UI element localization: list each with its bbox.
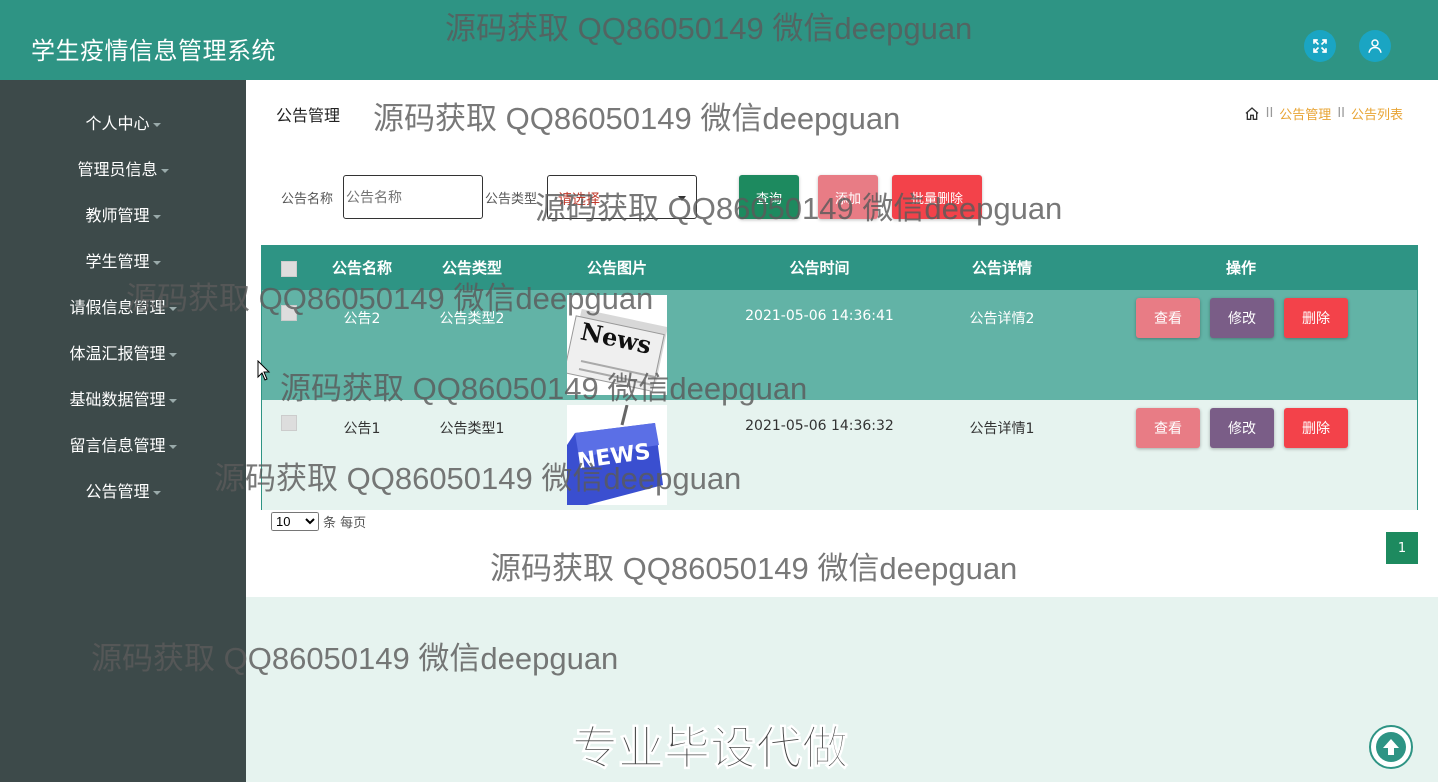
notice-image: News bbox=[567, 295, 667, 395]
notice-name-cell: 公告2 bbox=[343, 311, 381, 327]
sidebar-item-base-data[interactable]: 基础数据管理 bbox=[0, 377, 246, 423]
delete-button[interactable]: 删除 bbox=[1284, 298, 1348, 338]
add-button[interactable]: 添加 bbox=[818, 175, 878, 219]
sidebar-item-label: 管理员信息 bbox=[77, 160, 158, 179]
sidebar-item-label: 学生管理 bbox=[85, 252, 150, 271]
caret-down-icon bbox=[168, 444, 177, 449]
sidebar-item-student[interactable]: 学生管理 bbox=[0, 239, 246, 285]
notice-type-cell: 公告类型2 bbox=[439, 311, 505, 327]
query-button[interactable]: 查询 bbox=[739, 175, 799, 219]
edit-button[interactable]: 修改 bbox=[1210, 408, 1274, 448]
back-to-top-button[interactable] bbox=[1369, 725, 1413, 769]
select-all-checkbox[interactable] bbox=[281, 261, 297, 277]
user-button[interactable] bbox=[1359, 30, 1391, 62]
delete-button[interactable]: 删除 bbox=[1284, 408, 1348, 448]
notice-name-cell: 公告1 bbox=[343, 421, 381, 437]
breadcrumb-separator: II bbox=[1337, 106, 1345, 121]
user-icon bbox=[1368, 39, 1382, 53]
sidebar: 个人中心 管理员信息 教师管理 学生管理 请假信息管理 体温汇报管理 基础数据管… bbox=[0, 80, 246, 782]
arrow-up-icon bbox=[1376, 732, 1406, 762]
column-header: 公告图片 bbox=[586, 259, 647, 277]
notice-table: 公告名称 公告类型 公告图片 公告时间 公告详情 操作 公告2 公告类型2 Ne… bbox=[261, 245, 1418, 510]
sidebar-item-temperature[interactable]: 体温汇报管理 bbox=[0, 331, 246, 377]
sidebar-item-admin-info[interactable]: 管理员信息 bbox=[0, 147, 246, 193]
sidebar-item-label: 个人中心 bbox=[85, 114, 150, 133]
breadcrumb-notice-list[interactable]: 公告列表 bbox=[1351, 104, 1403, 123]
sidebar-item-teacher[interactable]: 教师管理 bbox=[0, 193, 246, 239]
table-row: 公告2 公告类型2 News 2021-05-06 14:36:41 公告详情2… bbox=[262, 290, 1417, 400]
column-header: 操作 bbox=[1225, 259, 1256, 277]
fullscreen-button[interactable] bbox=[1304, 30, 1336, 62]
caret-down-icon bbox=[160, 168, 169, 173]
sidebar-item-label: 公告管理 bbox=[85, 482, 150, 501]
app-title: 学生疫情信息管理系统 bbox=[31, 37, 276, 65]
breadcrumb-notice-manage[interactable]: 公告管理 bbox=[1279, 104, 1331, 123]
caret-down-icon bbox=[168, 398, 177, 403]
expand-icon bbox=[1313, 39, 1327, 53]
sidebar-item-label: 留言信息管理 bbox=[69, 436, 166, 455]
view-button[interactable]: 查看 bbox=[1136, 408, 1200, 448]
page-size-suffix: 条 每页 bbox=[323, 516, 367, 531]
sidebar-item-leave[interactable]: 请假信息管理 bbox=[0, 285, 246, 331]
breadcrumb-separator: II bbox=[1265, 106, 1274, 121]
caret-down-icon bbox=[152, 122, 161, 127]
notice-name-input[interactable] bbox=[343, 175, 483, 219]
page-size-control: 10 条 每页 bbox=[271, 512, 366, 531]
view-button[interactable]: 查看 bbox=[1136, 298, 1200, 338]
notice-time-cell: 2021-05-06 14:36:32 bbox=[745, 418, 894, 434]
caret-down-icon bbox=[152, 260, 161, 265]
notice-detail-cell: 公告详情2 bbox=[969, 311, 1035, 327]
caret-down-icon bbox=[168, 306, 177, 311]
page-size-select[interactable]: 10 bbox=[271, 512, 319, 531]
notice-type-label: 公告类型 bbox=[485, 192, 538, 207]
sidebar-item-label: 体温汇报管理 bbox=[69, 344, 166, 363]
row-checkbox[interactable] bbox=[281, 415, 297, 431]
batch-delete-button[interactable]: 批量删除 bbox=[892, 175, 982, 219]
row-checkbox[interactable] bbox=[281, 305, 297, 321]
table-header: 公告名称 公告类型 公告图片 公告时间 公告详情 操作 bbox=[262, 246, 1417, 290]
edit-button[interactable]: 修改 bbox=[1210, 298, 1274, 338]
main-panel: 公告管理 II 公告管理 II 公告列表 公告名称 公告类型 请选择 查询 添加… bbox=[246, 80, 1438, 597]
page-number-button[interactable]: 1 bbox=[1386, 532, 1418, 564]
notice-type-select[interactable]: 请选择 bbox=[547, 175, 697, 219]
top-header: 学生疫情信息管理系统 bbox=[0, 0, 1438, 80]
home-icon[interactable] bbox=[1244, 106, 1260, 122]
notice-detail-cell: 公告详情1 bbox=[969, 421, 1035, 437]
caret-down-icon bbox=[152, 490, 161, 495]
column-header: 公告详情 bbox=[971, 259, 1032, 277]
watermark-banner: 专业毕设代做 bbox=[572, 721, 849, 776]
sidebar-item-label: 基础数据管理 bbox=[69, 390, 166, 409]
table-row: 公告1 公告类型1 NEWS 2021-05-06 14:36:32 公告详情1… bbox=[262, 400, 1417, 510]
notice-image: NEWS bbox=[567, 405, 667, 505]
column-header: 公告时间 bbox=[789, 259, 850, 277]
column-header: 公告类型 bbox=[441, 259, 502, 277]
chevron-down-icon bbox=[678, 196, 686, 201]
sidebar-item-personal-center[interactable]: 个人中心 bbox=[0, 101, 246, 147]
sidebar-item-messages[interactable]: 留言信息管理 bbox=[0, 423, 246, 469]
mouse-cursor-icon bbox=[257, 360, 271, 381]
sidebar-item-label: 请假信息管理 bbox=[69, 298, 166, 317]
caret-down-icon bbox=[152, 214, 161, 219]
notice-type-value: 请选择 bbox=[558, 192, 600, 208]
notice-type-cell: 公告类型1 bbox=[439, 421, 505, 437]
sidebar-item-label: 教师管理 bbox=[85, 206, 150, 225]
column-header: 公告名称 bbox=[331, 259, 392, 277]
page-title: 公告管理 bbox=[276, 106, 341, 125]
breadcrumb: II 公告管理 II 公告列表 bbox=[1244, 104, 1403, 123]
caret-down-icon bbox=[168, 352, 177, 357]
sidebar-item-notice[interactable]: 公告管理 bbox=[0, 469, 246, 515]
notice-time-cell: 2021-05-06 14:36:41 bbox=[745, 308, 894, 324]
notice-name-label: 公告名称 bbox=[281, 192, 334, 207]
